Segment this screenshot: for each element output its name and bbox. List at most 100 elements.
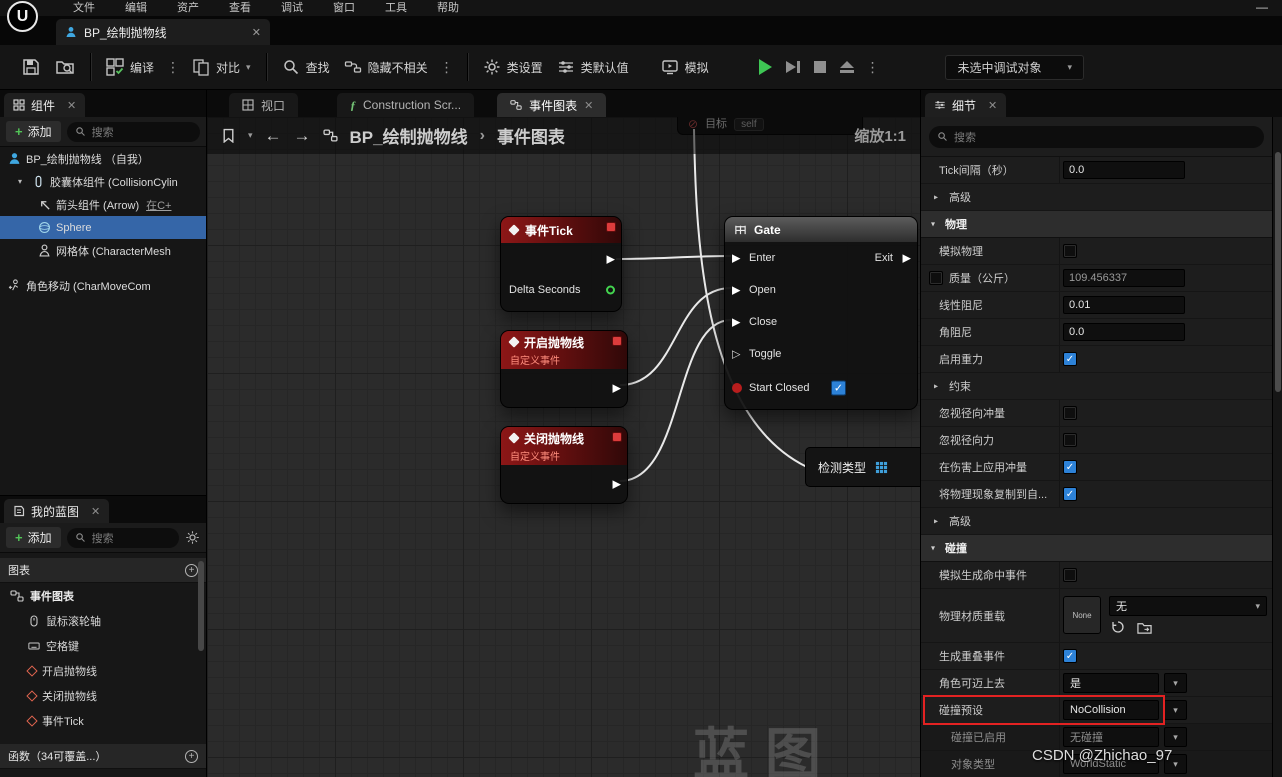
forward-arrow-icon[interactable]: → — [294, 126, 311, 146]
document-tab[interactable]: BP_绘制抛物线 ✕ — [56, 19, 270, 45]
chevron-down-icon[interactable]: ▾ — [248, 130, 253, 141]
breadcrumb-current[interactable]: 事件图表 — [497, 123, 565, 148]
scrollbar-thumb[interactable] — [1275, 152, 1281, 392]
mass-override-checkbox[interactable] — [929, 271, 943, 285]
menu-edit[interactable]: 编辑 — [110, 0, 162, 16]
graph-canvas[interactable]: ⊘ 目标 self 事件Tick ▶ — [207, 117, 920, 777]
menu-help[interactable]: 帮助 — [422, 0, 474, 16]
event-graph-row[interactable]: 事件图表 — [0, 583, 206, 608]
close-icon[interactable]: ✕ — [252, 26, 261, 39]
collision-preset-dropdown[interactable]: NoCollision — [1063, 700, 1159, 720]
use-selected-icon[interactable] — [1111, 620, 1125, 634]
compile-options-kebab-icon[interactable]: ⋮ — [161, 59, 185, 76]
my-blueprint-tab[interactable]: 我的蓝图 ✕ — [4, 499, 110, 523]
close-icon[interactable]: ✕ — [988, 99, 997, 112]
play-button[interactable] — [752, 51, 779, 83]
apply-impulse-checkbox[interactable]: ✓ — [1063, 460, 1077, 474]
class-settings-button[interactable]: 类设置 — [476, 51, 550, 83]
simulate-button[interactable]: 模拟 — [654, 51, 716, 83]
unreal-logo-icon[interactable]: U — [7, 1, 38, 32]
save-button[interactable] — [14, 51, 48, 83]
exec-input-pin[interactable]: ▶ — [732, 252, 740, 265]
chevron-down-icon[interactable]: ▾ — [1164, 700, 1187, 720]
linear-damping-input[interactable]: 0.01 — [1063, 296, 1185, 314]
graph-item-event-tick[interactable]: 事件Tick — [0, 708, 206, 733]
add-function-icon[interactable]: + — [185, 749, 198, 763]
details-search-input[interactable]: 搜索 — [929, 125, 1264, 148]
hit-events-checkbox[interactable] — [1063, 568, 1077, 582]
tab-event-graph[interactable]: 事件图表 ✕ — [497, 93, 607, 117]
frame-skip-button[interactable] — [779, 51, 807, 83]
play-options-kebab-icon[interactable]: ⋮ — [861, 59, 885, 76]
menu-view[interactable]: 查看 — [214, 0, 266, 16]
component-row-self[interactable]: BP_绘制抛物线 （自我） — [0, 147, 206, 170]
browse-button[interactable] — [48, 51, 82, 83]
replicate-physics-checkbox[interactable]: ✓ — [1063, 487, 1077, 501]
float-output-pin[interactable] — [606, 285, 615, 294]
component-source-link[interactable]: 在C+ — [146, 197, 171, 213]
breadcrumb-root[interactable]: BP_绘制抛物线 — [350, 123, 468, 148]
start-closed-checkbox[interactable]: ✓ — [831, 380, 846, 396]
material-thumbnail[interactable]: None — [1063, 596, 1101, 634]
diff-button[interactable]: 对比 ▾ — [185, 51, 258, 83]
component-row-arrow[interactable]: 箭头组件 (Arrow) 在C+ — [0, 193, 206, 216]
bookmark-icon[interactable] — [221, 128, 236, 143]
group-advanced-2[interactable]: ▸ 高级 — [921, 508, 1272, 535]
exec-input-pin[interactable]: ▷ — [732, 348, 740, 361]
add-graph-icon[interactable]: + — [185, 563, 198, 577]
exec-output-pin[interactable]: ▶ — [607, 252, 615, 265]
menu-debug[interactable]: 调试 — [266, 0, 318, 16]
group-constraints[interactable]: ▸ 约束 — [921, 373, 1272, 400]
exec-input-pin[interactable]: ▶ — [732, 316, 740, 329]
expander-icon[interactable]: ▾ — [18, 177, 27, 186]
tab-viewport[interactable]: 视口 — [229, 93, 299, 117]
overlap-events-checkbox[interactable]: ✓ — [1063, 649, 1077, 663]
node-close-parabola[interactable]: 关闭抛物线 自定义事件 ▶ — [500, 426, 628, 504]
add-blueprint-item-button[interactable]: + 添加 — [6, 527, 61, 548]
class-defaults-button[interactable]: 类默认值 — [550, 51, 636, 83]
tab-construction-script[interactable]: ƒ Construction Scr... — [337, 93, 475, 117]
chevron-down-icon[interactable]: ▾ — [1164, 727, 1187, 747]
close-icon[interactable]: ✕ — [67, 99, 76, 112]
mass-input[interactable]: 109.456337 — [1063, 269, 1185, 287]
exec-output-pin[interactable]: ▶ — [903, 252, 911, 265]
close-icon[interactable]: ✕ — [584, 99, 593, 112]
details-scrollbar[interactable] — [1272, 117, 1282, 777]
component-row-sphere[interactable]: Sphere — [0, 216, 206, 239]
graph-item-mousewheel[interactable]: 鼠标滚轮轴 — [0, 608, 206, 633]
close-icon[interactable]: ✕ — [91, 505, 100, 518]
add-component-button[interactable]: + 添加 — [6, 121, 61, 142]
component-row-mesh[interactable]: 网格体 (CharacterMesh — [0, 239, 206, 262]
details-tab[interactable]: 细节 ✕ — [925, 93, 1007, 117]
material-dropdown[interactable]: 无 ▾ — [1109, 596, 1267, 616]
find-button[interactable]: 查找 — [275, 51, 337, 83]
node-gate[interactable]: Gate ▶ Enter Exit ▶ ▶ Open ▶ Close ▷ Tog… — [724, 216, 918, 410]
angular-damping-input[interactable]: 0.0 — [1063, 323, 1185, 341]
components-tab[interactable]: 组件 ✕ — [4, 93, 86, 117]
category-collision[interactable]: ▾ 碰撞 — [921, 535, 1272, 562]
node-event-tick[interactable]: 事件Tick ▶ Delta Seconds — [500, 216, 622, 312]
graphs-section-header[interactable]: 图表 + — [0, 558, 206, 583]
menu-asset[interactable]: 资产 — [162, 0, 214, 16]
component-row-capsule[interactable]: ▾ 胶囊体组件 (CollisionCylin — [0, 170, 206, 193]
back-arrow-icon[interactable]: ← — [265, 126, 282, 146]
hide-options-kebab-icon[interactable]: ⋮ — [435, 59, 459, 76]
menu-window[interactable]: 窗口 — [318, 0, 370, 16]
stop-button[interactable] — [807, 51, 833, 83]
component-row-charmove[interactable]: 角色移动 (CharMoveCom — [0, 274, 206, 297]
exec-output-pin[interactable]: ▶ — [613, 478, 621, 491]
ignore-radial-force-checkbox[interactable] — [1063, 433, 1077, 447]
enable-gravity-checkbox[interactable]: ✓ — [1063, 352, 1077, 366]
graph-item-close-parabola[interactable]: 关闭抛物线 — [0, 683, 206, 708]
minimize-icon[interactable]: — — [1256, 0, 1268, 14]
browse-to-asset-icon[interactable] — [1137, 621, 1152, 634]
menu-file[interactable]: 文件 — [58, 0, 110, 16]
group-advanced[interactable]: ▸ 高级 — [921, 184, 1272, 211]
settings-gear-icon[interactable] — [185, 530, 200, 545]
tick-interval-input[interactable]: 0.0 — [1063, 161, 1185, 179]
graph-item-open-parabola[interactable]: 开启抛物线 — [0, 658, 206, 683]
eject-button[interactable] — [833, 51, 861, 83]
components-search-input[interactable]: 搜索 — [66, 121, 200, 142]
hide-unrelated-button[interactable]: 隐藏不相关 — [337, 51, 435, 83]
chevron-down-icon[interactable]: ▾ — [1164, 673, 1187, 693]
